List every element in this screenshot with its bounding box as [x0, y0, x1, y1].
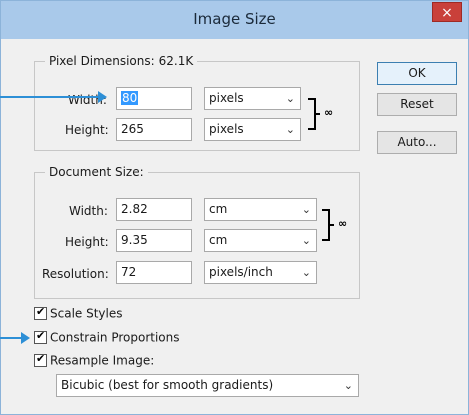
pointer-arrow-width-line: [0, 96, 100, 98]
chevron-down-icon: ⌄: [285, 92, 295, 105]
pointer-arrow-width-icon: [98, 91, 107, 103]
title-bar[interactable]: Image Size ×: [1, 1, 468, 39]
pixel-width-input[interactable]: 80: [116, 87, 192, 110]
resolution-value: 72: [121, 265, 137, 279]
chevron-down-icon: ⌄: [285, 123, 295, 136]
pixel-height-unit: pixels: [209, 122, 244, 136]
resolution-input[interactable]: 72: [116, 261, 192, 284]
resolution-unit: pixels/inch: [209, 265, 273, 279]
document-width-unit-select[interactable]: cm ⌄: [204, 198, 317, 221]
pixel-height-value: 265: [121, 122, 144, 136]
document-width-unit: cm: [209, 202, 228, 216]
resample-method-select[interactable]: Bicubic (best for smooth gradients) ⌄: [56, 374, 359, 397]
chevron-down-icon: ⌄: [301, 266, 311, 279]
chevron-down-icon: ⌄: [301, 234, 311, 247]
chain-link-icon: ∞: [324, 106, 334, 119]
document-height-unit: cm: [209, 233, 228, 247]
pixel-link-bracket: [308, 98, 316, 130]
document-link-bracket: [322, 209, 330, 241]
resolution-label: Resolution:: [42, 267, 109, 281]
image-size-dialog: Image Size × Pixel Dimensions: 62.1K Widt…: [0, 0, 469, 415]
constrain-proportions-option[interactable]: Constrain Proportions: [34, 329, 180, 345]
document-height-unit-select[interactable]: cm ⌄: [204, 229, 317, 252]
scale-styles-option[interactable]: Scale Styles: [34, 305, 123, 321]
resolution-unit-select[interactable]: pixels/inch ⌄: [204, 261, 317, 284]
pixel-width-value: 80: [121, 91, 139, 105]
pixel-width-unit-select[interactable]: pixels ⌄: [204, 87, 301, 110]
pixel-dimensions-size: 62.1K: [158, 54, 194, 68]
dialog-title: Image Size: [193, 10, 276, 28]
resample-method-value: Bicubic (best for smooth gradients): [61, 378, 274, 392]
chevron-down-icon: ⌄: [343, 379, 353, 392]
pixel-height-unit-select[interactable]: pixels ⌄: [204, 118, 301, 141]
document-link-bracket-stub: [330, 224, 334, 226]
pointer-arrow-constrain-icon: [21, 332, 30, 344]
document-size-legend: Document Size:: [45, 165, 148, 179]
pointer-arrow-constrain-line: [0, 337, 22, 339]
scale-styles-label: Scale Styles: [50, 306, 123, 321]
constrain-proportions-checkbox[interactable]: [34, 329, 47, 344]
chain-link-icon: ∞: [338, 217, 348, 230]
document-width-value: 2.82: [121, 202, 148, 216]
pixel-dimensions-label: Pixel Dimensions:: [49, 54, 155, 68]
resample-image-option[interactable]: Resample Image:: [34, 352, 155, 368]
document-height-value: 9.35: [121, 233, 148, 247]
pixel-width-unit: pixels: [209, 91, 244, 105]
ok-button[interactable]: OK: [377, 62, 457, 85]
pixel-link-bracket-stub: [316, 113, 320, 115]
auto-button[interactable]: Auto...: [377, 131, 457, 154]
pixel-height-label: Height:: [65, 123, 109, 137]
pixel-dimensions-legend: Pixel Dimensions: 62.1K: [45, 54, 198, 68]
resample-image-checkbox[interactable]: [34, 352, 47, 367]
document-height-label: Height:: [65, 235, 109, 249]
scale-styles-checkbox[interactable]: [34, 305, 47, 320]
close-button[interactable]: ×: [432, 2, 462, 22]
chevron-down-icon: ⌄: [301, 203, 311, 216]
document-width-input[interactable]: 2.82: [116, 198, 192, 221]
reset-button[interactable]: Reset: [377, 93, 457, 116]
constrain-proportions-label: Constrain Proportions: [50, 330, 180, 345]
document-height-input[interactable]: 9.35: [116, 229, 192, 252]
pixel-height-input[interactable]: 265: [116, 118, 192, 141]
close-icon: ×: [441, 5, 453, 21]
document-width-label: Width:: [69, 204, 108, 218]
resample-image-label: Resample Image:: [50, 353, 155, 368]
